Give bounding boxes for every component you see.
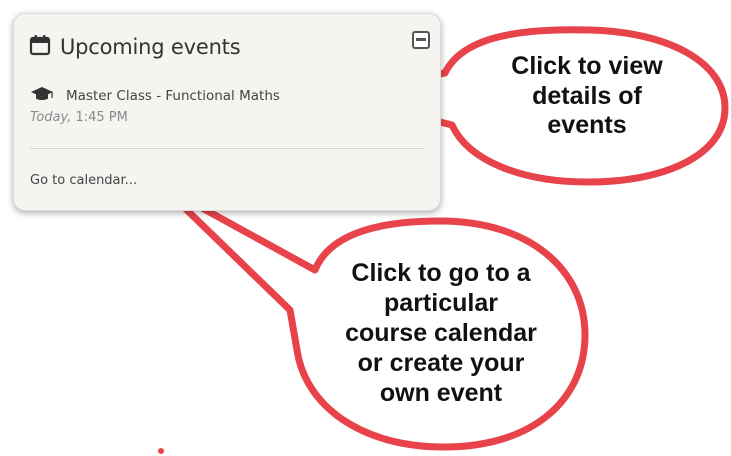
graduation-cap-icon <box>30 86 54 106</box>
callout-line: particular <box>384 289 498 317</box>
callout-line: events <box>547 111 627 139</box>
callout-line: or create your <box>357 349 525 377</box>
event-time-clock: 1:45 PM <box>71 110 128 125</box>
callout-text-details: Click to view details of events <box>492 52 682 141</box>
event-link[interactable]: Master Class - Functional Maths <box>66 88 280 104</box>
callout-text-calendar: Click to go to a particular course calen… <box>306 258 576 408</box>
go-to-calendar-link[interactable]: Go to calendar... <box>30 173 137 188</box>
callout-line: course calendar <box>345 319 537 347</box>
event-item[interactable]: Master Class - Functional Maths <box>30 86 280 106</box>
callout-line: details of <box>532 81 642 110</box>
upcoming-events-card: Upcoming events Master Class - Functiona… <box>13 13 441 211</box>
card-title: Upcoming events <box>60 35 241 59</box>
callout-line: Click to go to a <box>351 259 531 287</box>
event-time-day: Today, <box>30 110 72 125</box>
event-time: Today, 1:45 PM <box>30 110 128 125</box>
screenshot-stage: Upcoming events Master Class - Functiona… <box>0 0 731 456</box>
callout-line: Click to view <box>511 52 663 80</box>
card-divider <box>30 148 424 149</box>
card-header: Upcoming events <box>29 34 241 60</box>
calendar-icon <box>29 34 51 60</box>
callout-line: own event <box>379 379 503 407</box>
red-dot <box>158 448 164 454</box>
collapse-icon[interactable] <box>412 31 430 49</box>
